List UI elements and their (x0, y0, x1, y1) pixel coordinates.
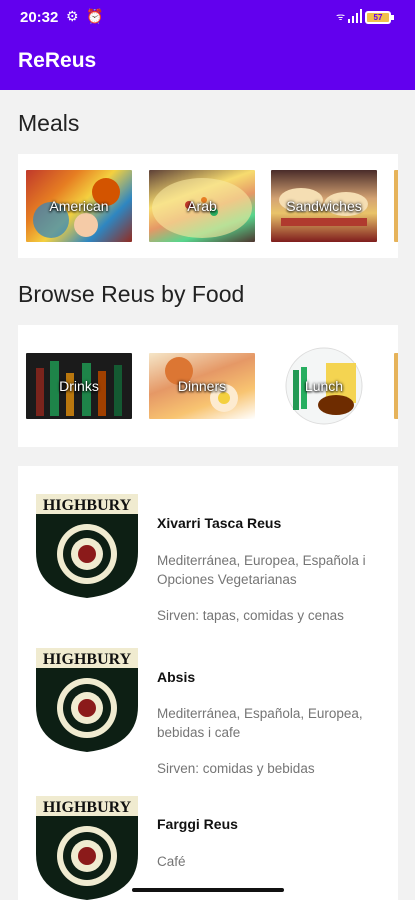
browse-tile-partial[interactable] (394, 353, 398, 419)
restaurant-cuisine: Café (157, 854, 186, 869)
restaurant-item[interactable]: HIGHBURY Absis Mediterránea, Española, E… (18, 646, 398, 796)
battery-icon: 57 (365, 11, 394, 24)
gesture-nav-handle[interactable] (132, 888, 284, 892)
meals-section-title: Meals (18, 110, 80, 136)
highbury-logo: HIGHBURY (36, 494, 138, 598)
browse-carousel[interactable]: Drinks Dinners Lunch (18, 325, 398, 447)
browse-section-title: Browse Reus by Food (18, 281, 245, 307)
settings-gear-icon: ⚙ (66, 8, 79, 24)
restaurant-list[interactable]: HIGHBURY Xivarri Tasca Reus Mediterránea… (18, 466, 398, 900)
browse-label: Dinners (177, 378, 227, 394)
status-bar: 20:32 ⚙ ⏰ ᯤ 57 (0, 0, 415, 34)
restaurant-name: Xivarri Tasca Reus (157, 515, 282, 531)
app-bar: ReReus (0, 34, 415, 90)
restaurant-name: Farggi Reus (157, 816, 238, 832)
alarm-icon: ⏰ (86, 8, 104, 24)
logo-text: HIGHBURY (43, 799, 132, 816)
browse-label: Lunch (304, 378, 344, 394)
meal-tile-partial[interactable] (394, 170, 398, 242)
logo-text: HIGHBURY (43, 651, 132, 668)
highbury-logo: HIGHBURY (36, 796, 138, 900)
status-time: 20:32 (20, 9, 59, 26)
logo-text: HIGHBURY (43, 497, 132, 514)
browse-label: Drinks (59, 378, 99, 394)
meal-label: American (49, 198, 109, 214)
signal-icon (348, 9, 362, 26)
meal-tile-sandwiches[interactable]: Sandwiches (271, 170, 377, 242)
restaurant-name: Absis (157, 669, 196, 685)
restaurant-cuisine: Mediterránea, Española, Europea, bebidas… (157, 706, 363, 740)
meal-label: Arab (187, 198, 217, 214)
meal-label: Sandwiches (286, 198, 362, 214)
restaurant-item[interactable]: HIGHBURY Xivarri Tasca Reus Mediterránea… (18, 492, 398, 642)
meal-tile-arab[interactable]: Arab (149, 170, 255, 242)
wifi-icon: ᯤ (336, 12, 346, 23)
browse-tile-dinners[interactable]: Dinners (149, 353, 255, 419)
restaurant-cuisine: Mediterránea, Europea, Española i Opcion… (157, 553, 366, 587)
restaurant-serve: Sirven: comidas y bebidas (157, 761, 315, 776)
highbury-logo: HIGHBURY (36, 648, 138, 752)
browse-tile-lunch[interactable]: Lunch (271, 345, 377, 427)
restaurant-item[interactable]: HIGHBURY Farggi Reus Café (18, 794, 398, 900)
meal-tile-american[interactable]: American (26, 170, 132, 242)
meals-carousel[interactable]: American Arab Sandwiches (18, 154, 398, 258)
browse-tile-drinks[interactable]: Drinks (26, 353, 132, 419)
restaurant-serve: Sirven: tapas, comidas y cenas (157, 608, 344, 623)
app-title: ReReus (18, 49, 97, 72)
